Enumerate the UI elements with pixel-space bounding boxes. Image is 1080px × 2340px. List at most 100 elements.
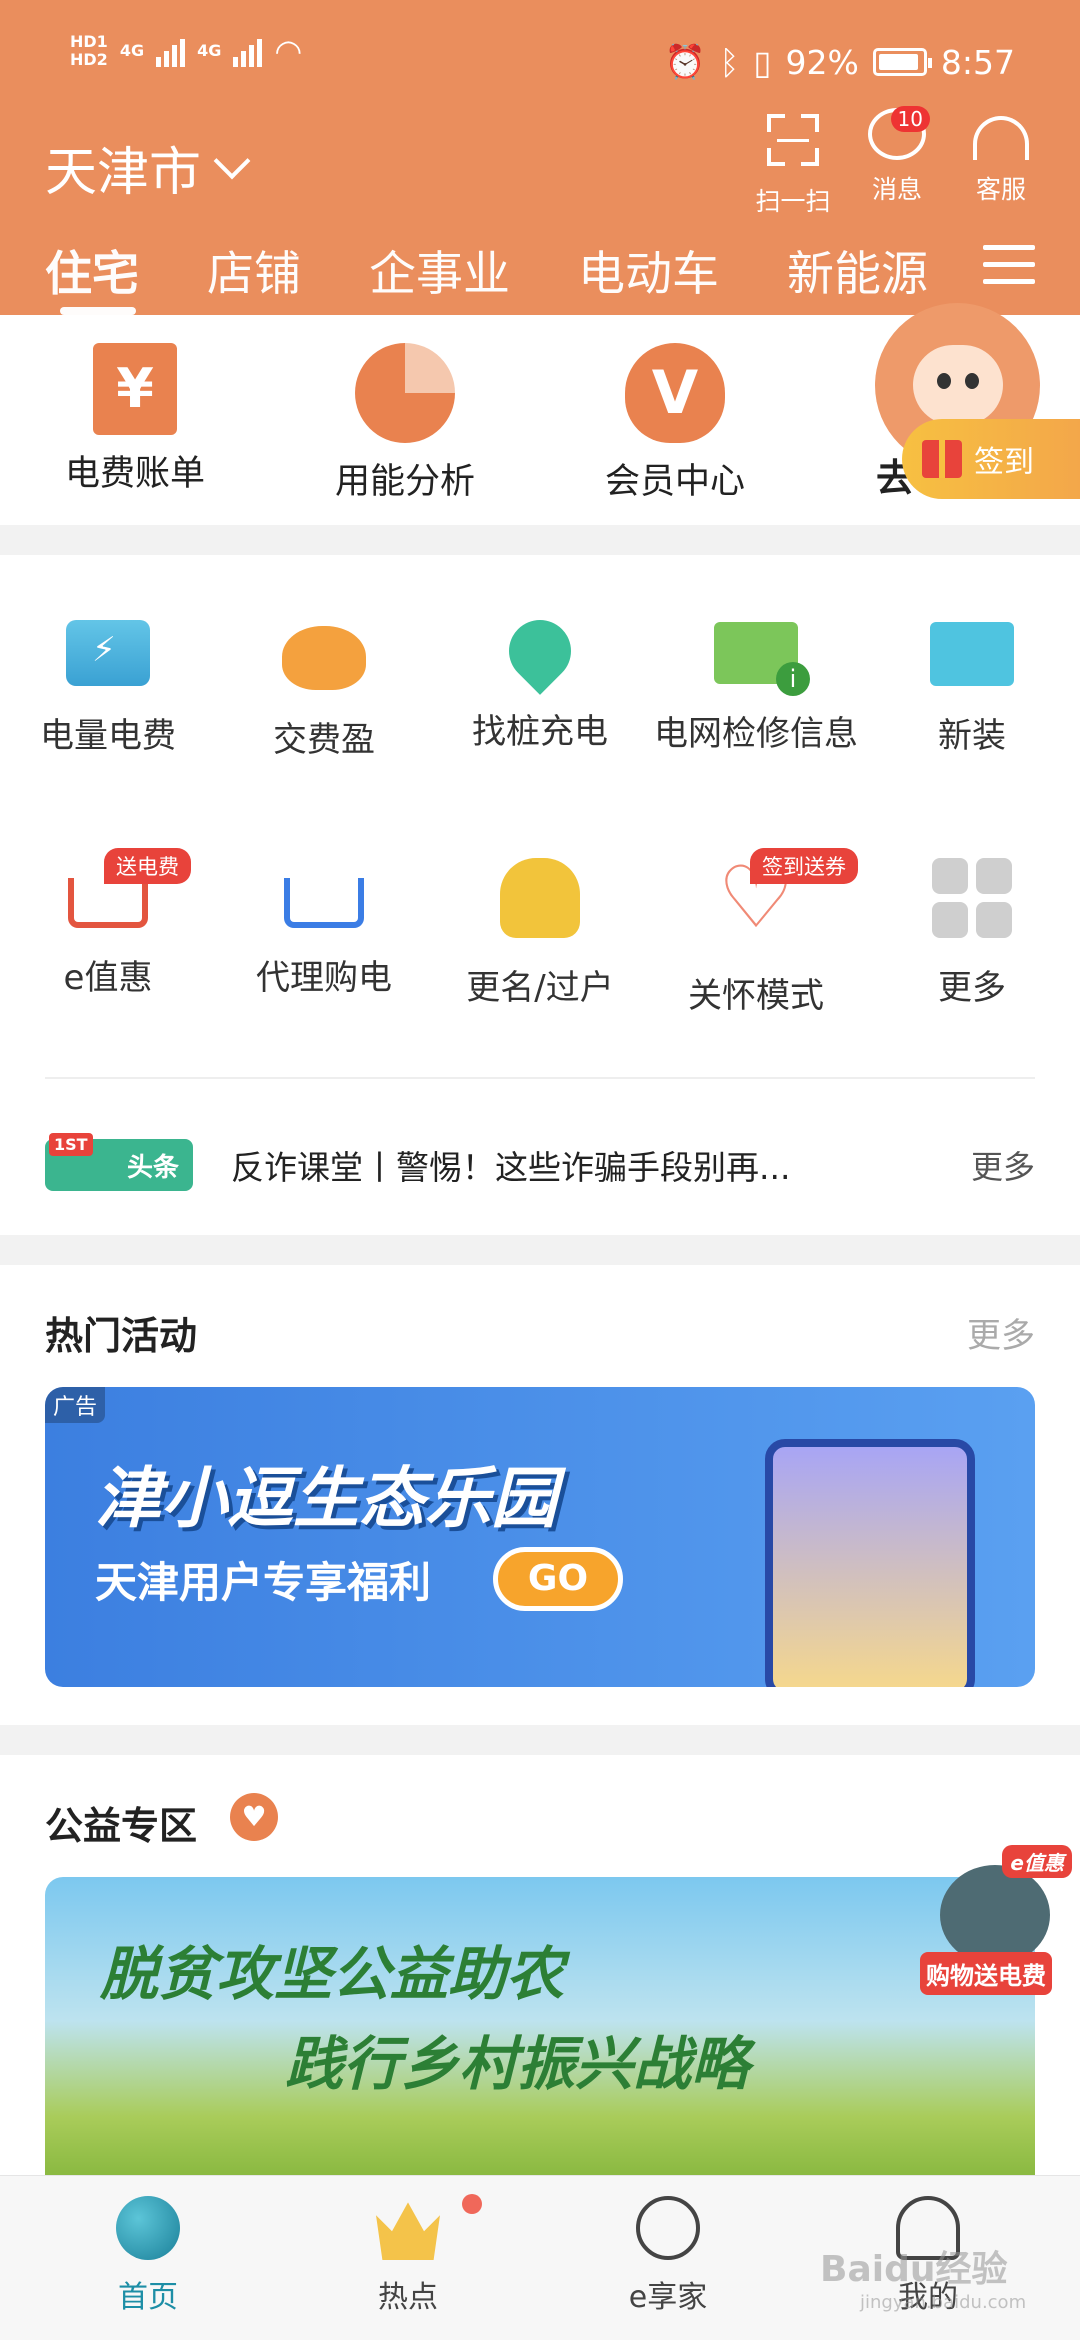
nav-home[interactable]: 首页 <box>48 2196 248 2316</box>
service-label: 找桩充电 <box>472 712 608 752</box>
service-proxy-purchase[interactable]: 代理购电 <box>216 850 432 999</box>
hd1-label: HD1 <box>70 32 108 51</box>
activity-banner[interactable]: 广告 津小逗生态乐园 天津用户专享福利 GO <box>45 1387 1035 1687</box>
crown-icon <box>376 2202 440 2260</box>
news-more-link[interactable]: 更多 <box>971 1142 1035 1188</box>
globe-icon <box>116 2196 180 2260</box>
service-payment[interactable]: 交费盈 <box>216 610 432 761</box>
network-type-2: 4G <box>197 41 222 60</box>
service-electricity-fee[interactable]: 电量电费 <box>0 610 216 757</box>
mascot-face <box>913 345 1003 425</box>
status-bar: HD1 HD2 4G 4G ◠ ⏰ ᛒ ▯ 92% 8:57 <box>0 28 1080 98</box>
vip-cat-icon: V <box>625 343 725 443</box>
service-care-mode[interactable]: ♡ 签到送券 关怀模式 <box>648 848 864 1017</box>
nav-label: e享家 <box>628 2280 708 2315</box>
service-grid-maintenance[interactable]: 电网检修信息 <box>648 610 864 755</box>
services-grid: 电量电费 交费盈 找桩充电 电网检修信息 新装 送电费 e值惠 代理购电 更名/… <box>0 555 1080 1235</box>
messages-button[interactable]: 10 消息 <box>847 106 947 206</box>
chevron-down-icon <box>213 142 251 179</box>
service-more[interactable]: 更多 <box>864 850 1080 1009</box>
electricity-screen-icon <box>66 620 150 686</box>
service-label: 代理购电 <box>256 958 392 998</box>
news-ticker[interactable]: 头条 反诈课堂丨警惕！这些诈骗手段别再... 更多 <box>45 1125 1035 1205</box>
battery-percent: 92% <box>785 42 859 82</box>
city-selector[interactable]: 天津市 <box>45 130 251 205</box>
vibrate-icon: ▯ <box>753 42 772 82</box>
service-label: 新装 <box>938 716 1006 756</box>
banner-title: 津小逗生态乐园 <box>95 1460 557 1537</box>
tab-enterprise[interactable]: 企事业 <box>369 235 510 304</box>
service-charging-pile[interactable]: 找桩充电 <box>432 607 648 753</box>
service-label: 客服 <box>975 175 1026 204</box>
service-label: 关怀模式 <box>688 976 824 1016</box>
nav-e-home[interactable]: e享家 <box>568 2196 768 2316</box>
activities-more-link[interactable]: 更多 <box>967 1308 1035 1357</box>
promo-tag: 签到送券 <box>750 848 858 884</box>
quick-actions: ¥ 电费账单 用能分析 V 会员中心 去 签到 <box>0 303 1080 525</box>
quick-label: 会员中心 <box>604 462 745 502</box>
service-label: 更多 <box>938 968 1006 1008</box>
quick-label: 电费账单 <box>64 454 205 494</box>
service-e-discount[interactable]: 送电费 e值惠 <box>0 848 216 999</box>
charity-banner[interactable]: 脱贫攻坚公益助农 践行乡村振兴战略 <box>45 1877 1035 2197</box>
solar-panel-icon <box>930 622 1014 686</box>
hot-activities-section: 热门活动 更多 广告 津小逗生态乐园 天津用户专享福利 GO <box>0 1265 1080 1725</box>
tab-residential[interactable]: 住宅 <box>45 235 139 315</box>
nav-label: 首页 <box>118 2280 178 2315</box>
section-title: 公益专区 <box>45 1804 198 1848</box>
watermark-text: Baidu经验 <box>820 2249 1008 2290</box>
tab-ev[interactable]: 电动车 <box>578 235 719 304</box>
service-label: 交费盈 <box>273 720 375 760</box>
banner-subtitle: 天津用户专享福利 <box>95 1558 432 1607</box>
hd2-label: HD2 <box>70 50 108 69</box>
floating-promo[interactable]: e值惠 购物送电费 <box>920 1845 1072 1995</box>
watermark-sub: jingyan.baidu.com <box>860 2292 1027 2313</box>
user-edit-icon <box>500 858 580 938</box>
maintenance-info-icon <box>714 622 810 696</box>
promo-tag: 送电费 <box>104 848 191 884</box>
service-new-install[interactable]: 新装 <box>864 610 1080 757</box>
phone-illustration <box>765 1439 975 1687</box>
service-label: e值惠 <box>63 958 153 998</box>
gift-icon <box>922 440 962 478</box>
app-header: HD1 HD2 4G 4G ◠ ⏰ ᛒ ▯ 92% 8:57 天津市 扫一扫 1… <box>0 0 1080 315</box>
service-rename-transfer[interactable]: 更名/过户 <box>432 850 648 1009</box>
yuan-bill-icon: ¥ <box>93 343 177 435</box>
charity-banner-line1: 脱贫攻坚公益助农 <box>100 1940 565 2008</box>
electricity-bill-button[interactable]: ¥ 电费账单 <box>35 343 235 496</box>
signal-icon <box>156 35 186 67</box>
menu-icon[interactable] <box>983 245 1035 296</box>
signin-button[interactable]: 签到 <box>902 419 1080 499</box>
city-label: 天津市 <box>45 143 202 203</box>
tab-new-energy[interactable]: 新能源 <box>787 235 928 304</box>
pie-chart-icon <box>355 343 455 443</box>
heart-icon: ♥ <box>230 1793 278 1841</box>
clock: 8:57 <box>940 42 1015 82</box>
wifi-icon: ◠ <box>274 32 303 70</box>
news-headline[interactable]: 反诈课堂丨警惕！这些诈骗手段别再... <box>231 1141 831 1189</box>
headline-logo: 头条 <box>45 1133 193 1191</box>
status-left: HD1 HD2 4G 4G ◠ <box>70 32 302 70</box>
scan-button[interactable]: 扫一扫 <box>743 108 843 218</box>
hd-indicators: HD1 HD2 <box>70 33 108 69</box>
headline-logo-text: 头条 <box>126 1152 179 1183</box>
alarm-icon: ⏰ <box>664 42 706 81</box>
floating-promo-label: 购物送电费 <box>920 1952 1052 1995</box>
energy-analysis-button[interactable]: 用能分析 <box>305 343 505 504</box>
tab-shop[interactable]: 店铺 <box>207 235 301 304</box>
go-button[interactable]: GO <box>493 1547 623 1611</box>
customer-service-button[interactable]: 客服 <box>951 108 1051 206</box>
notification-dot <box>462 2194 482 2214</box>
electric-cart-icon <box>284 878 364 928</box>
section-title: 热门活动 <box>45 1314 198 1358</box>
nav-label: 热点 <box>378 2280 438 2315</box>
charity-banner-line2: 践行乡村振兴战略 <box>285 2030 750 2098</box>
nav-hot[interactable]: 热点 <box>308 2196 508 2316</box>
divider <box>45 1077 1035 1079</box>
grid-more-icon <box>932 858 1012 938</box>
message-icon: 10 <box>868 106 930 160</box>
network-type-1: 4G <box>119 41 145 60</box>
headset-icon <box>973 116 1029 160</box>
bluetooth-icon: ᛒ <box>719 42 740 82</box>
member-center-button[interactable]: V 会员中心 <box>575 343 775 504</box>
